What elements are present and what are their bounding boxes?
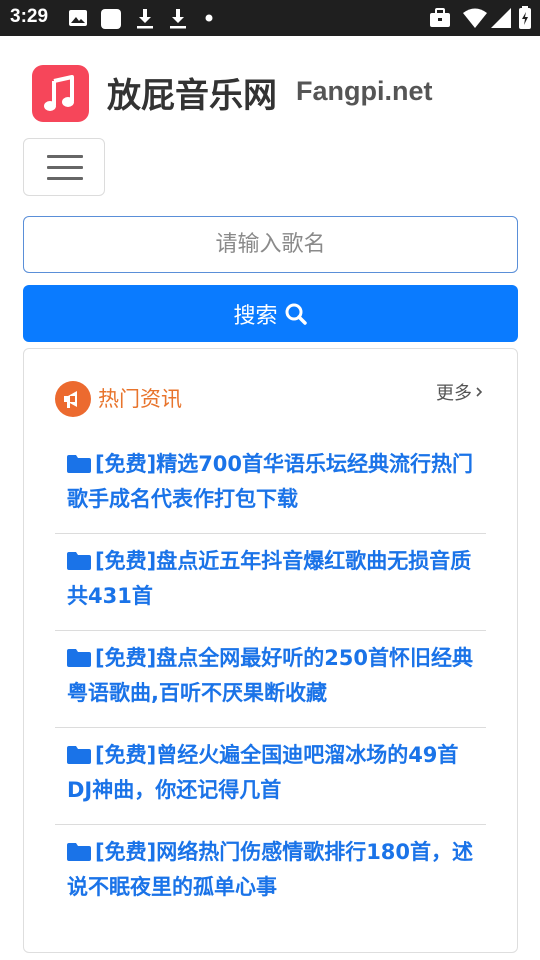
site-domain[interactable]: Fangpi.net xyxy=(296,76,433,107)
more-link[interactable]: 更多 xyxy=(436,379,484,405)
dot-icon xyxy=(205,14,213,22)
news-link[interactable]: [免费]精选700首华语乐坛经典流行热门歌手成名代表作打包下载 xyxy=(67,447,477,517)
chevron-right-icon xyxy=(476,387,483,397)
download-icon xyxy=(170,9,186,29)
news-section-title: 热门资讯 xyxy=(98,387,182,411)
site-logo[interactable] xyxy=(32,65,89,122)
search-icon xyxy=(285,303,307,325)
list-item: [免费]网络热门伤感情歌排行180首，述说不眠夜里的孤单心事 xyxy=(55,825,486,922)
briefcase-icon xyxy=(430,8,450,27)
app-square-icon xyxy=(101,9,121,29)
news-list: [免费]精选700首华语乐坛经典流行热门歌手成名代表作打包下载 [免费]盘点近五… xyxy=(55,437,486,922)
status-bar: 3:29 xyxy=(0,0,540,36)
signal-icon xyxy=(491,8,511,28)
folder-icon xyxy=(67,746,91,764)
list-item: [免费]精选700首华语乐坛经典流行热门歌手成名代表作打包下载 xyxy=(55,437,486,534)
list-item: [免费]盘点全网最好听的250首怀旧经典粤语歌曲,百听不厌果断收藏 xyxy=(55,631,486,728)
status-time: 3:29 xyxy=(10,6,49,27)
image-icon xyxy=(69,10,87,26)
search-button-label: 搜索 xyxy=(233,303,278,329)
folder-icon xyxy=(67,455,91,473)
news-link[interactable]: [免费]盘点近五年抖音爆红歌曲无损音质共431首 xyxy=(67,544,477,614)
music-note-icon xyxy=(44,75,74,111)
megaphone-icon xyxy=(55,381,91,417)
site-title[interactable]: 放屁音乐网 xyxy=(107,68,277,117)
menu-toggle-button[interactable] xyxy=(23,138,105,196)
more-link-label: 更多 xyxy=(436,383,472,404)
hamburger-icon xyxy=(47,155,83,158)
list-item: [免费]曾经火遍全国迪吧溜冰场的49首DJ神曲，你还记得几首 xyxy=(55,728,486,825)
download-icon xyxy=(137,9,153,29)
search-input[interactable] xyxy=(23,216,518,273)
list-item: [免费]盘点近五年抖音爆红歌曲无损音质共431首 xyxy=(55,534,486,631)
battery-icon xyxy=(519,6,531,29)
news-link[interactable]: [免费]网络热门伤感情歌排行180首，述说不眠夜里的孤单心事 xyxy=(67,835,477,905)
folder-icon xyxy=(67,552,91,570)
search-button[interactable]: 搜索 xyxy=(23,285,518,342)
news-link[interactable]: [免费]盘点全网最好听的250首怀旧经典粤语歌曲,百听不厌果断收藏 xyxy=(67,641,477,711)
folder-icon xyxy=(67,843,91,861)
hot-news-card: 热门资讯 更多 [免费]精选700首华语乐坛经典流行热门歌手成名代表作打包下载 … xyxy=(23,348,518,953)
wifi-icon xyxy=(463,8,487,28)
news-link[interactable]: [免费]曾经火遍全国迪吧溜冰场的49首DJ神曲，你还记得几首 xyxy=(67,738,477,808)
folder-icon xyxy=(67,649,91,667)
